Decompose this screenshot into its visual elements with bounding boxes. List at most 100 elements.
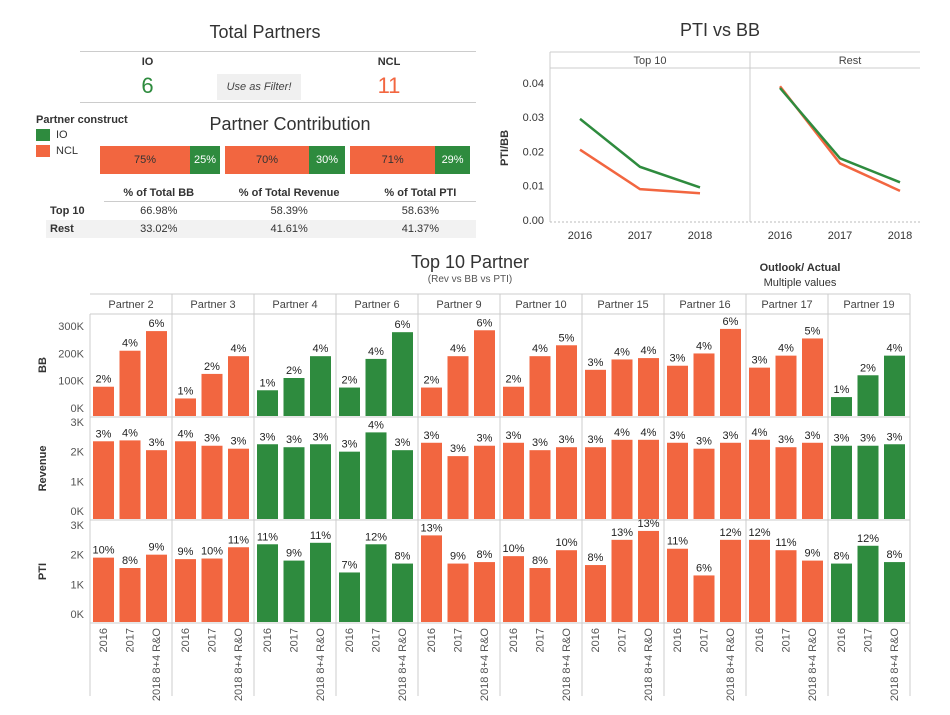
bar-data-label: 3%	[532, 437, 548, 449]
bar-data-label: 10%	[92, 545, 114, 557]
bar-data-label: 6%	[723, 316, 739, 328]
bar-data-label: 4%	[614, 346, 630, 358]
bar-data-label: 4%	[122, 427, 138, 439]
bar-data-label: 4%	[178, 428, 194, 440]
bar-revenue	[175, 441, 196, 519]
contribution-bar-bb[interactable]: 75% 25%	[100, 146, 220, 174]
bar-pti	[392, 563, 413, 622]
x-tick-label: 2018 8+4 R&O	[889, 628, 901, 702]
bar-data-label: 4%	[887, 343, 903, 355]
bar-data-label: 7%	[342, 559, 358, 571]
bar-pti	[693, 575, 715, 622]
bar-data-label: 4%	[641, 427, 657, 439]
bar-bb	[146, 331, 167, 416]
table-cell: 33.02%	[104, 220, 214, 238]
io-kpi-label: IO	[141, 56, 154, 68]
partner-header-label: Partner 16	[679, 299, 730, 311]
bar-data-label: 5%	[559, 332, 575, 344]
bar-data-label: 8%	[395, 551, 411, 563]
bar-data-label: 3%	[834, 433, 850, 445]
y-tick-label: 3K	[71, 520, 85, 532]
outlook-label: Outlook/ Actual	[759, 262, 841, 274]
bar-pti	[447, 563, 469, 622]
bar-data-label: 10%	[555, 537, 577, 549]
bar-revenue	[447, 456, 469, 519]
pti-vs-bb-title: PTI vs BB	[679, 20, 760, 40]
total-partners-kpi: IO 6 Use as Filter! NCL 11	[80, 51, 476, 103]
outlook-filter-value[interactable]: Multiple values	[740, 277, 860, 289]
table-row[interactable]: Rest 33.02% 41.61% 41.37%	[46, 220, 476, 238]
bar-data-label: 4%	[532, 343, 548, 355]
bar-data-label: 3%	[424, 430, 440, 442]
bar-data-label: 2%	[286, 365, 302, 377]
x-tick-label: 2017	[699, 628, 711, 652]
bar-data-label: 12%	[719, 527, 741, 539]
y-tick-label: 0.03	[523, 112, 544, 124]
bar-data-label: 11%	[310, 530, 331, 542]
y-tick-label: 1K	[71, 579, 85, 591]
bar-data-label: 2%	[342, 375, 358, 387]
bar-pti	[93, 557, 114, 622]
bar-data-label: 6%	[696, 562, 712, 574]
table-cell: 41.37%	[364, 220, 476, 238]
bar-revenue	[119, 440, 141, 519]
bar-bb	[611, 359, 633, 416]
bar-revenue	[720, 442, 741, 519]
bar-data-label: 8%	[477, 549, 493, 561]
bar-data-label: 3%	[887, 431, 903, 443]
bar-data-label: 13%	[611, 527, 633, 539]
bar-data-label: 13%	[637, 518, 659, 530]
top10-bar-chart: BB 0K 100K 200K 300K Revenue 0K 1K 2K 3K PTI 0K 1K 2K…	[37, 293, 911, 702]
x-tick-label: 2017	[207, 628, 219, 652]
bar-data-label: 3%	[450, 443, 466, 455]
bar-revenue	[638, 439, 659, 519]
bar-revenue	[310, 444, 331, 519]
y-tick-label: 100K	[58, 376, 84, 388]
bar-bb	[474, 330, 495, 416]
x-tick-label: 2018 8+4 R&O	[725, 628, 737, 702]
bar-bb	[585, 369, 606, 416]
bar-bb	[421, 387, 442, 416]
bar-bb	[283, 378, 305, 416]
bar-pti	[146, 554, 167, 622]
y-tick-label: 300K	[58, 321, 84, 333]
bar-revenue	[257, 444, 278, 519]
x-tick-label: 2017	[535, 628, 547, 652]
ncl-kpi-value[interactable]: 11	[302, 73, 476, 99]
legend-label-ncl: NCL	[56, 145, 79, 157]
io-kpi-value[interactable]: 6	[80, 73, 215, 99]
bar-revenue	[802, 442, 823, 519]
bar-data-label: 3%	[506, 430, 522, 442]
bar-data-label: 4%	[313, 343, 329, 355]
x-tick-label: 2016	[672, 628, 684, 652]
bar-pti	[556, 550, 577, 622]
bar-bb	[638, 358, 659, 416]
partner-header-label: Partner 9	[436, 299, 481, 311]
row-label: Rest	[46, 220, 104, 238]
bar-bb	[447, 356, 469, 416]
table-row[interactable]: Top 10 66.98% 58.39% 58.63%	[46, 202, 476, 221]
bar-bb	[775, 355, 797, 416]
bar-pti	[884, 562, 905, 622]
bar-bb	[339, 387, 360, 416]
row-label-bb: BB	[37, 357, 49, 373]
contribution-bar-revenue[interactable]: 70% 30%	[225, 146, 345, 174]
legend-item-io[interactable]: IO	[36, 129, 128, 141]
x-tick-label: 2017	[781, 628, 793, 652]
bar-pti	[720, 539, 741, 622]
bar-revenue	[884, 444, 905, 519]
contribution-table: % of Total BB % of Total Revenue % of To…	[46, 185, 476, 238]
x-tick-label: 2018 8+4 R&O	[561, 628, 573, 702]
bar-data-label: 3%	[670, 353, 686, 365]
bar-data-label: 3%	[752, 355, 768, 367]
bar-data-label: 11%	[228, 534, 249, 546]
bar-revenue	[529, 450, 551, 519]
x-tick-label: 2016	[426, 628, 438, 652]
contribution-bar-pti[interactable]: 71% 29%	[350, 146, 470, 174]
legend-label-io: IO	[56, 129, 68, 141]
bar-pti	[119, 568, 141, 622]
x-tick-label: 2017	[289, 628, 301, 652]
partner-header-label: Partner 3	[190, 299, 235, 311]
y-tick-label: 200K	[58, 348, 84, 360]
row-label-revenue: Revenue	[37, 446, 49, 492]
